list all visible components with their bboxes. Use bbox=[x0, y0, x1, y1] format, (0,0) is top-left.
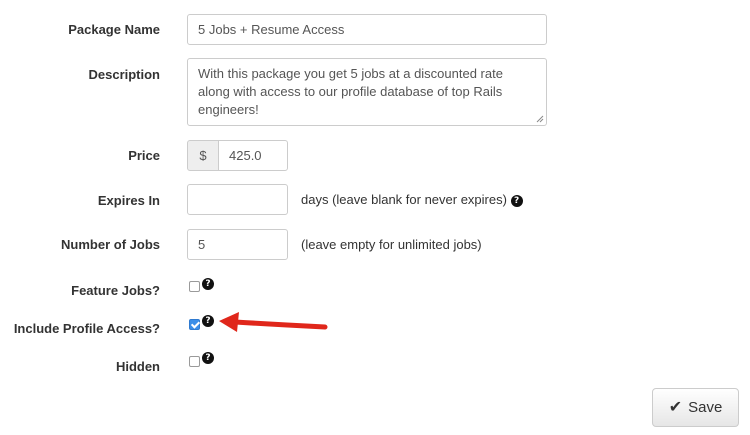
red-arrow-annotation bbox=[219, 312, 328, 332]
save-button[interactable]: ✔ Save bbox=[652, 388, 739, 427]
package-name-value: 5 Jobs + Resume Access bbox=[198, 22, 345, 37]
package-name-input[interactable]: 5 Jobs + Resume Access bbox=[187, 14, 547, 45]
save-button-label: Save bbox=[688, 399, 723, 416]
description-label: Description bbox=[88, 67, 160, 82]
resize-handle-icon[interactable] bbox=[536, 115, 544, 123]
currency-addon: $ bbox=[187, 140, 219, 171]
number-of-jobs-help: (leave empty for unlimited jobs) bbox=[301, 237, 482, 252]
number-of-jobs-value: 5 bbox=[198, 237, 206, 252]
help-icon[interactable]: ? bbox=[510, 194, 523, 207]
hidden-checkbox[interactable] bbox=[189, 356, 200, 367]
price-value: 425.0 bbox=[229, 148, 262, 163]
help-icon[interactable]: ? bbox=[202, 278, 214, 290]
description-line: With this package you get 5 jobs at a di… bbox=[198, 66, 503, 81]
feature-jobs-checkbox[interactable] bbox=[189, 281, 200, 292]
help-icon[interactable]: ? bbox=[202, 315, 214, 327]
package-name-label: Package Name bbox=[68, 22, 160, 37]
checkmark-icon: ✔ bbox=[668, 398, 683, 416]
description-line: along with access to our profile databas… bbox=[198, 84, 503, 99]
include-profile-access-checkbox[interactable] bbox=[189, 319, 200, 330]
hidden-label: Hidden bbox=[115, 359, 160, 374]
expires-in-label: Expires In bbox=[97, 193, 160, 208]
description-line: engineers! bbox=[198, 102, 259, 117]
feature-jobs-label: Feature Jobs? bbox=[71, 283, 160, 298]
price-label: Price bbox=[128, 148, 160, 163]
number-of-jobs-label: Number of Jobs bbox=[61, 237, 160, 252]
description-textarea[interactable]: With this package you get 5 jobs at a di… bbox=[187, 58, 547, 126]
include-profile-access-label: Include Profile Access? bbox=[13, 321, 160, 336]
expires-in-input[interactable] bbox=[187, 184, 288, 215]
help-icon[interactable]: ? bbox=[202, 352, 214, 364]
price-input[interactable]: 425.0 bbox=[218, 140, 288, 171]
expires-in-help-text: days (leave blank for never expires) bbox=[301, 192, 507, 207]
number-of-jobs-input[interactable]: 5 bbox=[187, 229, 288, 260]
expires-in-help: days (leave blank for never expires) ? bbox=[301, 192, 523, 207]
